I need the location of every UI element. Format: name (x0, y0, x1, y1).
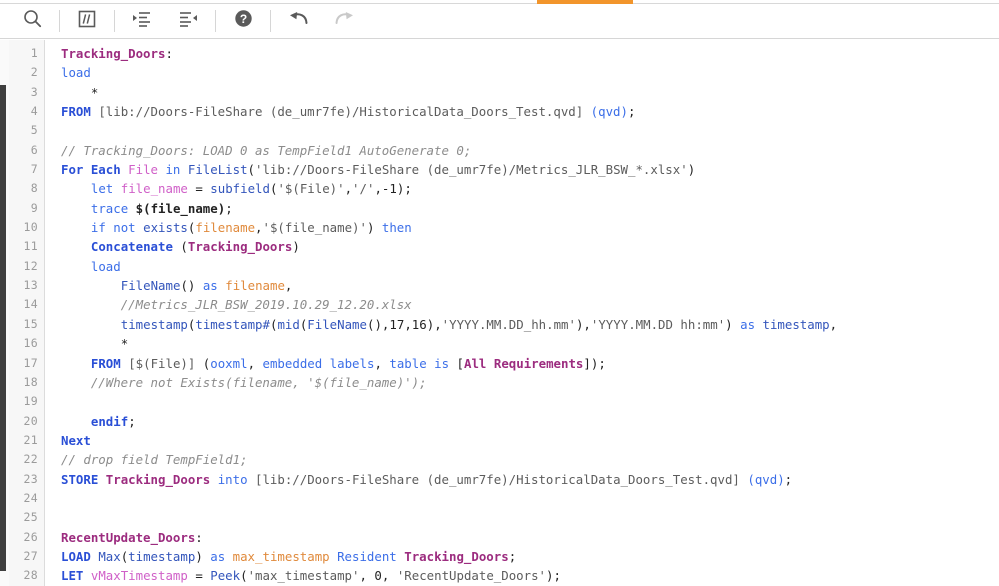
toolbar-divider-2 (114, 10, 115, 32)
code-line: FileName() as filename, (120, 278, 293, 294)
code-line: * (90, 84, 99, 100)
line-number: 21 (23, 432, 38, 447)
code-line: endif; (90, 413, 136, 429)
line-number: 26 (23, 529, 38, 544)
line-number: 24 (23, 490, 38, 505)
line-number: 8 (30, 181, 38, 196)
line-number: 27 (23, 548, 38, 563)
toolbar-divider-4 (270, 10, 271, 32)
line-number: 25 (23, 510, 38, 525)
undo-button[interactable] (275, 4, 321, 38)
line-number: 13 (23, 278, 38, 293)
indent-button[interactable] (119, 4, 165, 38)
svg-text:?: ? (239, 12, 246, 26)
line-number: 12 (23, 258, 38, 273)
line-number: 3 (30, 84, 38, 99)
outdent-button[interactable] (165, 4, 211, 38)
comment-icon (78, 10, 96, 33)
code-line: LOAD Max(timestamp) as max_timestamp Res… (61, 548, 517, 564)
code-line: FROM [lib://Doors-FileShare (de_umr7fe)/… (61, 104, 636, 120)
code-line: Next (61, 432, 91, 448)
code-line: load (90, 258, 121, 274)
search-icon (23, 9, 42, 33)
line-number-gutter: 1 2 3 4 5 6 7 8 9 10 11 12 13 14 15 16 17 18 19 20 21 22 23 24 2… (9, 40, 45, 586)
code-line: // Tracking_Doors: LOAD 0 as TempField1 … (61, 142, 472, 158)
undo-icon (288, 10, 309, 33)
code-line: timestamp(timestamp#(mid(FileName(),17,1… (120, 316, 838, 332)
data-load-editor-window: ? 1234567 8 9 10 11 12 13 14 15 16 17 18… (0, 0, 999, 586)
editor-toolbar: ? (0, 4, 999, 39)
line-number: 1 (30, 46, 38, 60)
line-number: 22 (23, 452, 38, 467)
code-line: For Each File in FileList('lib://Doors-F… (61, 162, 696, 178)
comment-button[interactable] (64, 4, 110, 38)
code-line: Tracking_Doors: (61, 46, 173, 61)
code-line: let file_name = subfield('$(File)','/',-… (90, 181, 412, 197)
toolbar-divider-1 (59, 10, 60, 32)
line-number: 15 (23, 316, 38, 331)
line-number: 16 (23, 336, 38, 351)
vertical-scrollbar-thumb[interactable] (0, 85, 6, 571)
redo-icon (334, 10, 355, 33)
indent-icon (132, 10, 152, 33)
line-number: 19 (23, 394, 38, 409)
code-line: RecentUpdate_Doors: (61, 529, 203, 545)
code-line: load (61, 65, 91, 81)
outdent-icon (178, 10, 198, 33)
line-number: 23 (23, 471, 38, 486)
line-number: 10 (23, 220, 38, 235)
redo-button[interactable] (321, 4, 367, 38)
help-button[interactable]: ? (220, 4, 266, 38)
line-number: 18 (23, 374, 38, 389)
code-line: LET vMaxTimestamp = Peek('max_timestamp'… (61, 568, 561, 584)
line-number: 20 (23, 413, 38, 428)
code-line: Concatenate (Tracking_Doors) (90, 239, 300, 255)
toolbar-divider-3 (215, 10, 216, 32)
line-number: 4 (30, 104, 38, 119)
code-line: //Where not Exists(filename, '$(file_nam… (90, 374, 427, 390)
line-number: 6 (30, 142, 38, 157)
script-editor: 1 2 3 4 5 6 7 8 9 10 11 12 13 14 15 16 17 18 19 20 21 22 23 24 2… (0, 40, 999, 586)
code-line: STORE Tracking_Doors into [lib://Doors-F… (61, 471, 793, 487)
line-number: 17 (23, 355, 38, 370)
line-number: 2 (30, 65, 38, 80)
line-number: 14 (23, 297, 38, 312)
line-number: 11 (23, 239, 38, 254)
code-line: //Metrics_JLR_BSW_2019.10.29_12.20.xlsx (120, 297, 412, 313)
line-number: 7 (30, 162, 38, 177)
code-line: FROM [$(File)] (ooxml, embedded labels, … (90, 355, 606, 371)
help-icon: ? (234, 9, 253, 33)
line-number: 5 (30, 123, 38, 138)
vertical-scrollbar[interactable] (0, 40, 9, 586)
line-number: 9 (30, 200, 38, 215)
code-line: trace $(file_name); (90, 200, 233, 216)
search-button[interactable] (9, 4, 55, 38)
code-line: // drop field TempField1; (61, 452, 248, 468)
line-number: 28 (23, 568, 38, 583)
code-line: if not exists(filename,'$(file_name)') t… (90, 220, 412, 236)
code-line: * (120, 336, 129, 352)
code-area[interactable]: Tracking_Doors:load * FROM [lib://Doors-F… (45, 40, 999, 586)
